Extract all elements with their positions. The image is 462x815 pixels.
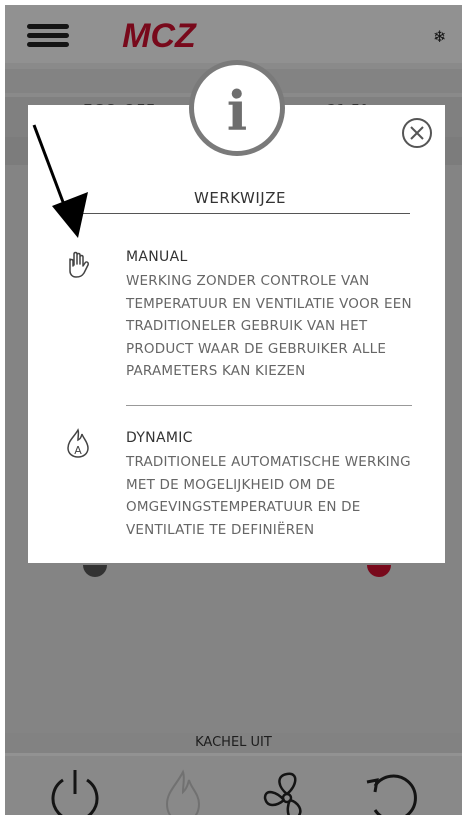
modal-title: WERKWIJZE [194, 189, 286, 207]
description-line: TRADITIONELER GEBRUIK VAN HET [126, 318, 368, 334]
dynamic-title: DYNAMIC [126, 430, 193, 446]
description-line: WERKING ZONDER CONTROLE VAN [126, 273, 370, 289]
description-line: VENTILATIE TE DEFINIËREN [126, 521, 315, 538]
description-line: TRADITIONELE AUTOMATISCHE WERKING [126, 454, 411, 470]
info-icon: i [189, 60, 285, 156]
flame-auto-icon: A [67, 428, 89, 458]
description-line: PRODUCT WAAR DE GEBRUIKER ALLE [126, 340, 387, 357]
pointer-arrow [32, 124, 88, 238]
description-line: MET DE MOGELIJKHEID OM DE [126, 476, 336, 493]
svg-text:A: A [74, 444, 82, 457]
description-line: TEMPERATUUR EN VENTILATIE VOOR EEN [126, 295, 412, 312]
dynamic-description: TRADITIONELE AUTOMATISCHE WERKING MET DE… [126, 451, 426, 541]
description-line: OMGEVINGSTEMPERATUUR EN DE [126, 499, 361, 515]
manual-title: MANUAL [126, 249, 188, 265]
title-underline [70, 213, 410, 214]
manual-description: WERKING ZONDER CONTROLE VAN TEMPERATUUR … [126, 270, 426, 383]
item-separator [126, 405, 412, 406]
description-line: PARAMETERS KAN KIEZEN [126, 363, 306, 379]
hand-icon [69, 251, 89, 278]
close-icon[interactable] [401, 117, 433, 149]
